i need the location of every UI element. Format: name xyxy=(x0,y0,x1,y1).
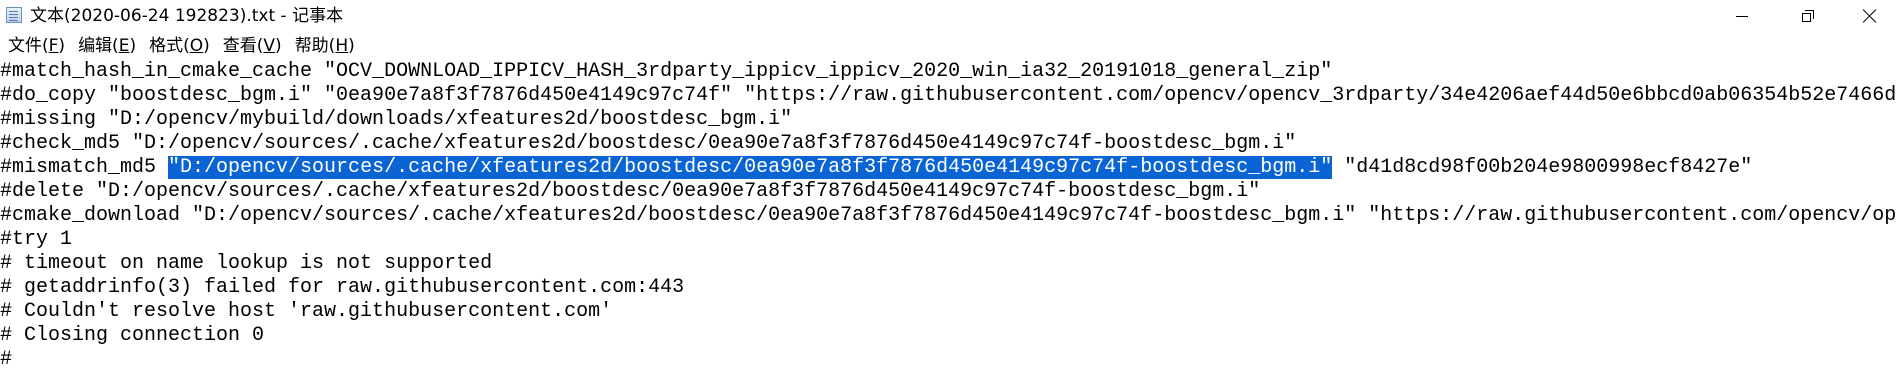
menu-view-suffix: ) xyxy=(275,36,282,56)
editor-line: #try 1 xyxy=(0,228,73,251)
menu-edit-suffix: ) xyxy=(129,36,137,56)
editor-line: # getaddrinfo(3) failed for raw.githubus… xyxy=(0,276,685,299)
title-bar: 文本(2020-06-24 192823).txt - 记事本 xyxy=(0,0,1898,32)
close-icon xyxy=(1863,9,1877,23)
window-title: 文本(2020-06-24 192823).txt - 记事本 xyxy=(30,6,344,26)
menu-help-mnemonic: H xyxy=(335,36,349,56)
menu-edit-label: 编辑( xyxy=(78,36,119,56)
menu-edit-mnemonic: E xyxy=(118,36,130,56)
menu-view-label: 查看( xyxy=(222,36,264,56)
minimize-icon xyxy=(1736,15,1748,17)
menu-format-mnemonic: O xyxy=(189,36,204,56)
menu-help-label: 帮助( xyxy=(294,36,336,56)
editor-line: # Couldn't resolve host 'raw.githubuserc… xyxy=(0,300,613,323)
menu-file-label: 文件( xyxy=(8,36,49,56)
editor-line: # xyxy=(0,348,13,371)
menu-file-mnemonic: F xyxy=(48,36,59,56)
text-selection: "D:/opencv/sources/.cache/xfeatures2d/bo… xyxy=(168,156,1333,179)
restore-icon xyxy=(1802,10,1814,22)
menu-view-mnemonic: V xyxy=(263,36,276,56)
menu-view[interactable]: 查看(V) xyxy=(215,35,287,57)
restore-button[interactable] xyxy=(1780,0,1836,32)
editor-line: # timeout on name lookup is not supporte… xyxy=(0,252,493,275)
minimize-button[interactable] xyxy=(1714,0,1770,32)
editor-line: #missing "D:/opencv/mybuild/downloads/xf… xyxy=(0,108,793,131)
editor-line: #cmake_download "D:/opencv/sources/.cach… xyxy=(0,204,1897,227)
editor-line: # Closing connection 0 xyxy=(0,324,265,347)
editor-line: #check_md5 "D:/opencv/sources/.cache/xfe… xyxy=(0,132,1297,155)
text-editor[interactable]: #match_hash_in_cmake_cache "OCV_DOWNLOAD… xyxy=(0,60,1898,380)
editor-line-selected: #mismatch_md5 "D:/opencv/sources/.cache/… xyxy=(0,156,1752,180)
line-suffix: "d41d8cd98f00b204e9800998ecf8427e" xyxy=(1332,156,1753,179)
menu-edit[interactable]: 编辑(E) xyxy=(70,35,141,57)
line-prefix: #mismatch_md5 xyxy=(0,156,169,179)
menu-format[interactable]: 格式(O) xyxy=(141,35,215,57)
menu-format-suffix: ) xyxy=(203,36,210,56)
editor-line: #do_copy "boostdesc_bgm.i" "0ea90e7a8f3f… xyxy=(0,84,1897,107)
menu-file[interactable]: 文件(F) xyxy=(0,35,70,57)
menu-format-label: 格式( xyxy=(149,36,190,56)
notepad-icon xyxy=(6,7,22,23)
menu-help-suffix: ) xyxy=(348,36,355,56)
editor-line: #delete "D:/opencv/sources/.cache/xfeatu… xyxy=(0,180,1261,203)
editor-line: #match_hash_in_cmake_cache "OCV_DOWNLOAD… xyxy=(0,60,1333,83)
close-button[interactable] xyxy=(1842,0,1898,32)
menu-bar: 文件(F) 编辑(E) 格式(O) 查看(V) 帮助(H) xyxy=(0,32,1898,60)
menu-file-suffix: ) xyxy=(58,36,66,56)
menu-help[interactable]: 帮助(H) xyxy=(287,35,360,57)
